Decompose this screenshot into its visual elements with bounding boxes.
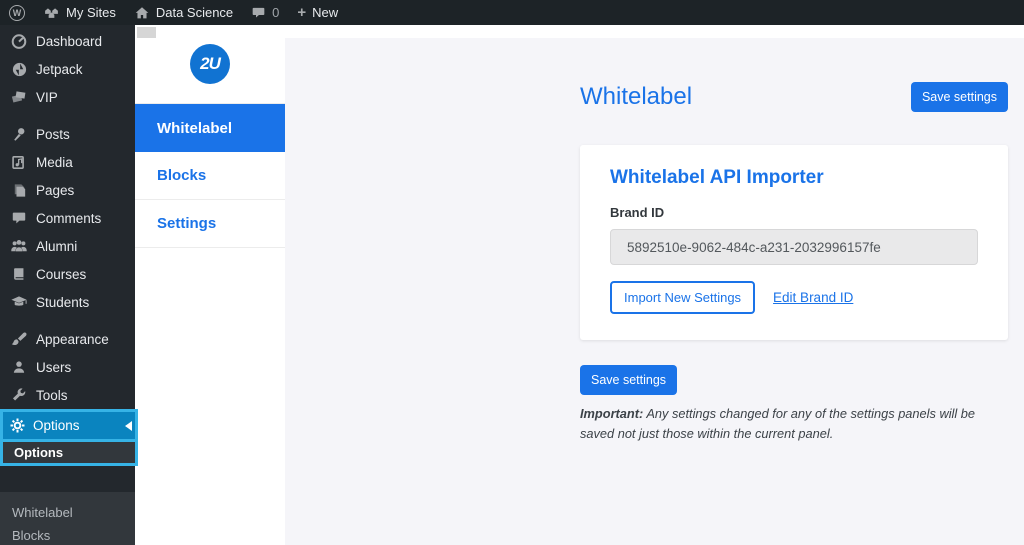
sidebar-item-label: Options [33, 418, 80, 433]
brand-id-input[interactable] [610, 229, 978, 265]
sidebar-item-media[interactable]: Media [0, 148, 135, 176]
sidebar-item-label: Posts [36, 126, 70, 142]
plus-icon: + [297, 4, 307, 21]
sidebar-item-label: Courses [36, 266, 87, 282]
home-icon [134, 5, 150, 21]
admin-bar: W My Sites Data Science 0 + New [0, 0, 1024, 25]
comment-count: 0 [272, 5, 280, 20]
comment-bubble-icon [251, 5, 266, 20]
card-title: Whitelabel API Importer [610, 167, 824, 188]
layout: Dashboard Jetpack VIP Posts Media Pages … [0, 25, 1024, 545]
content-surface: Whitelabel Save settings Whitelabel API … [285, 38, 1024, 545]
my-sites-label: My Sites [66, 5, 116, 20]
wordpress-logo-icon: W [9, 4, 25, 21]
sidebar-item-dashboard[interactable]: Dashboard [0, 27, 135, 55]
important-note-bold: Important: [580, 406, 644, 421]
sidebar-item-label: Users [36, 359, 72, 375]
plugin-nav: Whitelabel Blocks Settings [135, 103, 285, 248]
pages-icon [9, 182, 29, 199]
my-sites-icon [43, 5, 60, 21]
submenu-item-whitelabel[interactable]: Whitelabel [12, 501, 135, 524]
sidebar-item-appearance[interactable]: Appearance [0, 325, 135, 353]
sidebar-item-options[interactable]: Options [3, 412, 135, 439]
wrench-icon [9, 387, 29, 403]
sidebar-item-label: Jetpack [36, 61, 83, 77]
main-content: Whitelabel Save settings Whitelabel API … [285, 25, 1024, 545]
sidebar-item-label: Dashboard [36, 33, 103, 49]
submenu-arrow-icon [125, 420, 132, 431]
vip-papers-icon [9, 88, 29, 106]
plugin-tab-whitelabel[interactable]: Whitelabel [135, 104, 285, 152]
sidebar-item-label: Alumni [36, 238, 78, 254]
logo-wrap: 2U [135, 25, 285, 103]
plugin-tab-label: Blocks [157, 167, 207, 184]
brand-id-label: Brand ID [610, 205, 665, 220]
sidebar-item-comments[interactable]: Comments [0, 204, 135, 232]
sidebar-item-vip[interactable]: VIP [0, 83, 135, 111]
sidebar-item-courses[interactable]: Courses [0, 260, 135, 288]
card-actions: Import New Settings Edit Brand ID [610, 281, 978, 314]
comments-icon [9, 210, 29, 226]
site-name-label: Data Science [155, 5, 234, 20]
sidebar-item-label: Students [36, 294, 90, 310]
comments-menu[interactable]: 0 [242, 0, 288, 25]
edit-brand-id-link[interactable]: Edit Brand ID [773, 290, 853, 305]
submenu-item-blocks[interactable]: Blocks [12, 524, 135, 545]
submenu-item-label: Whitelabel [12, 505, 73, 520]
sidebar-item-label: Comments [36, 210, 102, 226]
pushpin-icon [9, 126, 29, 143]
dashboard-gauge-icon [9, 32, 29, 50]
wp-admin-sidebar: Dashboard Jetpack VIP Posts Media Pages … [0, 25, 138, 545]
people-group-icon [9, 237, 29, 255]
page-title: Whitelabel [580, 83, 693, 110]
options-highlight-box: Options Options [0, 409, 138, 466]
sidebar-item-posts[interactable]: Posts [0, 120, 135, 148]
my-sites-menu[interactable]: My Sites [34, 0, 125, 25]
plugin-sidebar: 2U Whitelabel Blocks Settings [135, 25, 285, 545]
sidebar-item-users[interactable]: Users [0, 353, 135, 381]
page-header: Whitelabel Save settings [580, 82, 1008, 112]
book-icon [9, 266, 29, 282]
sidebar-item-label: VIP [36, 89, 58, 105]
sidebar-item-pages[interactable]: Pages [0, 176, 135, 204]
plugin-tab-settings[interactable]: Settings [135, 200, 285, 248]
sidebar-item-jetpack[interactable]: Jetpack [0, 55, 135, 83]
sidebar-item-students[interactable]: Students [0, 288, 135, 316]
paintbrush-icon [9, 331, 29, 348]
sidebar-item-tools[interactable]: Tools [0, 381, 135, 409]
submenu-item-options-active[interactable]: Options [3, 439, 135, 463]
plugin-tab-label: Whitelabel [157, 119, 233, 137]
import-new-settings-button[interactable]: Import New Settings [610, 281, 756, 314]
important-note: Important: Any settings changed for any … [580, 404, 1008, 444]
new-menu[interactable]: + New [288, 0, 347, 25]
sidebar-item-label: Pages [36, 182, 75, 198]
submenu-item-label: Options [14, 445, 64, 460]
wp-logo-menu[interactable]: W [0, 0, 34, 25]
save-settings-button-top[interactable]: Save settings [910, 82, 1008, 112]
site-menu[interactable]: Data Science [125, 0, 242, 25]
new-label: New [312, 5, 339, 20]
submenu-item-label: Blocks [12, 528, 51, 543]
scrollbar-artifact [137, 27, 156, 38]
sidebar-item-alumni[interactable]: Alumni [0, 232, 135, 260]
media-icon [9, 154, 29, 171]
sidebar-item-label: Tools [36, 387, 68, 403]
sidebar-item-label: Appearance [36, 331, 109, 347]
save-settings-button-bottom[interactable]: Save settings [580, 365, 678, 395]
user-icon [9, 359, 29, 375]
screen: W My Sites Data Science 0 + New Dashboar… [0, 0, 1024, 545]
gear-icon [9, 417, 26, 434]
graduation-cap-icon [9, 293, 29, 311]
importer-card: Whitelabel API Importer Brand ID Import … [580, 145, 1008, 340]
plugin-tab-blocks[interactable]: Blocks [135, 152, 285, 200]
2u-logo: 2U [190, 44, 230, 84]
sidebar-item-label: Media [36, 154, 73, 170]
options-submenu: Whitelabel Blocks Settings [0, 492, 135, 545]
plugin-tab-label: Settings [157, 215, 217, 232]
jetpack-icon [9, 61, 29, 78]
